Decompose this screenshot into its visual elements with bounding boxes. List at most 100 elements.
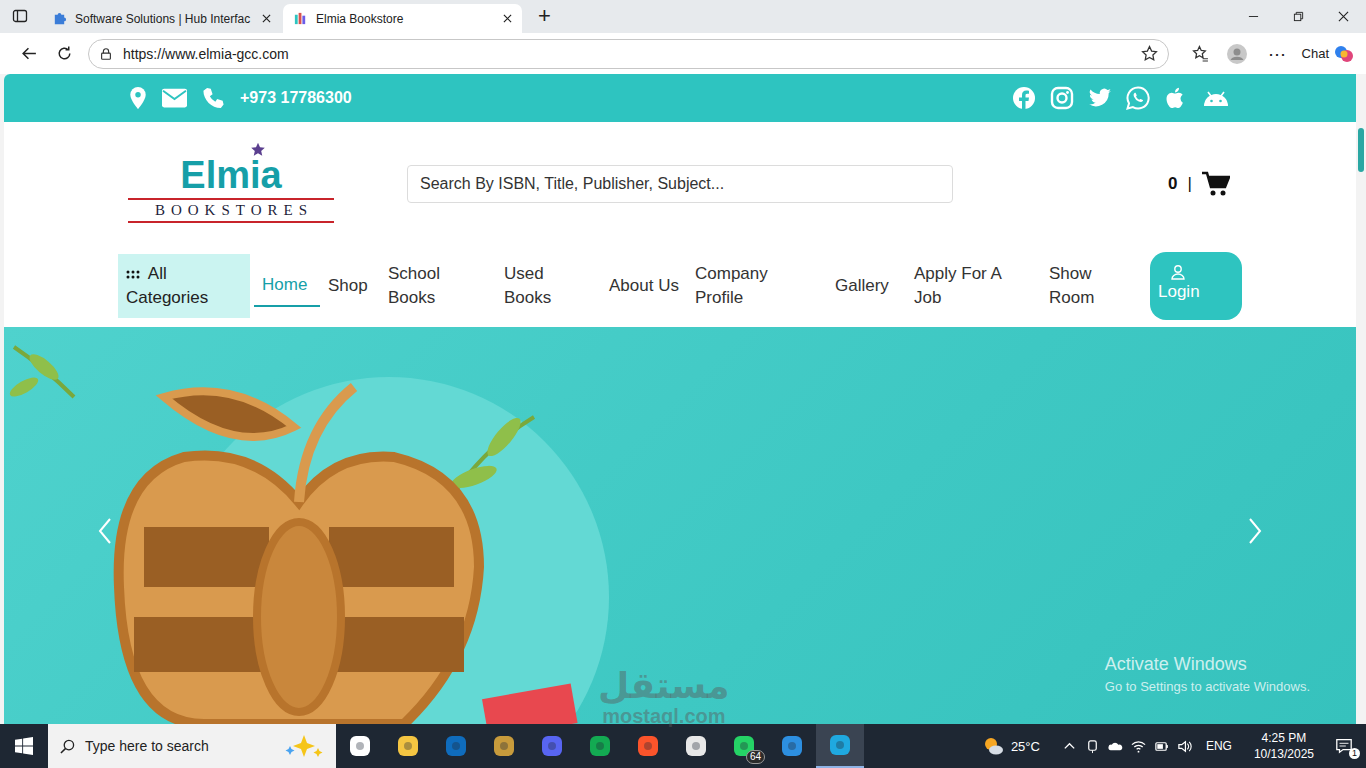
taskbar-search[interactable]: Type here to search — [48, 724, 336, 768]
restore-icon[interactable] — [1276, 11, 1321, 22]
taskbar-app[interactable] — [528, 724, 576, 768]
wifi-icon[interactable] — [1131, 739, 1146, 754]
nav-item[interactable]: Show Room — [1041, 254, 1137, 318]
app-icon — [684, 734, 708, 758]
puzzle-favicon-icon — [52, 11, 67, 26]
chat-label: Chat — [1302, 46, 1329, 61]
app-icon — [636, 734, 660, 758]
nav-item[interactable]: Shop — [320, 266, 380, 306]
nav-item[interactable]: Home — [254, 265, 320, 307]
shopping-cart-icon — [1202, 171, 1230, 197]
login-button[interactable]: Login — [1150, 252, 1242, 320]
twitter-icon[interactable] — [1088, 86, 1112, 110]
nav-item[interactable]: Company Profile — [687, 254, 827, 318]
nav-item[interactable]: School Books — [380, 254, 496, 318]
taskbar-app[interactable] — [336, 724, 384, 768]
mostaql-watermark: مستقل mostaql.com — [598, 668, 730, 726]
url-field[interactable]: https://www.elmia-gcc.com — [88, 39, 1169, 69]
taskbar-app[interactable] — [816, 724, 864, 768]
more-button[interactable]: ⋯ — [1268, 43, 1286, 65]
site-info-icon[interactable] — [99, 47, 113, 61]
profile-icon[interactable] — [1227, 44, 1247, 64]
taskbar-app[interactable] — [384, 724, 432, 768]
logo-subtitle: BOOKSTORES — [149, 202, 313, 219]
app-icon — [396, 734, 420, 758]
tab-label: Elmia Bookstore — [316, 12, 495, 26]
notifications-button[interactable]: 1 — [1330, 732, 1358, 760]
tab-strip: Software Solutions | Hub Interfac Elmia … — [0, 0, 1366, 33]
taskbar-app[interactable]: 64 — [720, 724, 768, 768]
app-icon — [780, 734, 804, 758]
all-categories-label: All Categories — [126, 264, 208, 307]
elmia-logo[interactable]: Elmia BOOKSTORES — [128, 142, 334, 224]
logo-rule — [128, 198, 334, 200]
hero-carousel: Activate Windows Go to Settings to activ… — [4, 327, 1356, 724]
phone-number[interactable]: +973 17786300 — [240, 89, 352, 107]
cart[interactable]: 0 | — [1168, 171, 1230, 197]
previous-slide-icon[interactable] — [98, 517, 112, 545]
onedrive-cloud-icon[interactable] — [1108, 739, 1123, 754]
windows-start-icon[interactable] — [0, 737, 48, 755]
taskbar-app[interactable] — [576, 724, 624, 768]
watermark-subtitle: Go to Settings to activate Windows. — [1105, 679, 1310, 694]
notification-count: 1 — [1349, 748, 1360, 759]
weather[interactable]: 25°C — [981, 734, 1040, 758]
app-icon — [828, 733, 852, 757]
apple-icon[interactable] — [1164, 86, 1188, 110]
facebook-icon[interactable] — [1012, 86, 1036, 110]
volume-icon[interactable] — [1177, 739, 1192, 754]
taskbar-app[interactable] — [768, 724, 816, 768]
watermark-title: Activate Windows — [1105, 654, 1310, 675]
input-language[interactable]: ENG — [1206, 739, 1232, 753]
taskbar-app[interactable] — [672, 724, 720, 768]
taskbar-app[interactable] — [432, 724, 480, 768]
tab-actions-icon[interactable] — [12, 8, 28, 24]
next-slide-icon[interactable] — [1248, 517, 1262, 545]
battery-icon[interactable] — [1154, 739, 1169, 754]
location-pin-icon[interactable] — [128, 87, 148, 109]
nav-item[interactable]: Apply For A Job — [906, 254, 1041, 318]
favorite-star-icon[interactable] — [1141, 45, 1158, 62]
close-window-icon[interactable] — [1321, 11, 1366, 22]
android-icon[interactable] — [1202, 89, 1230, 107]
clock[interactable]: 4:25 PM 10/13/2025 — [1254, 730, 1314, 762]
new-tab-button[interactable]: + — [538, 3, 551, 29]
browser-tab[interactable]: Elmia Bookstore — [283, 4, 522, 33]
phone-icon[interactable] — [201, 87, 226, 109]
logo-star-icon — [250, 142, 266, 158]
favorites-icon[interactable] — [1192, 45, 1209, 62]
app-icon — [588, 734, 612, 758]
nav-item[interactable]: Gallery — [827, 266, 906, 306]
envelope-icon[interactable] — [162, 87, 187, 109]
close-tab-icon[interactable] — [503, 14, 512, 23]
browser-tab[interactable]: Software Solutions | Hub Interfac — [42, 4, 281, 33]
url-text: https://www.elmia-gcc.com — [123, 46, 1131, 62]
contact-bar: +973 17786300 — [4, 74, 1356, 122]
back-icon[interactable] — [21, 45, 38, 62]
reload-icon[interactable] — [56, 45, 73, 62]
nav-item[interactable]: Used Books — [496, 254, 601, 318]
copilot-icon — [1334, 44, 1354, 64]
grid-icon — [126, 270, 140, 279]
screen: Software Solutions | Hub Interfac Elmia … — [0, 0, 1366, 768]
chat-button[interactable]: Chat — [1298, 40, 1358, 68]
search-icon — [60, 739, 75, 754]
whatsapp-icon[interactable] — [1126, 86, 1150, 110]
cart-separator: | — [1188, 174, 1192, 194]
minimize-icon[interactable] — [1231, 11, 1276, 22]
scrollbar-thumb[interactable] — [1358, 128, 1364, 172]
tab-label: Software Solutions | Hub Interfac — [75, 12, 254, 26]
main-nav: All Categories HomeShopSchool BooksUsed … — [4, 245, 1356, 327]
taskbar-app[interactable] — [624, 724, 672, 768]
scrollbar[interactable] — [1356, 74, 1366, 724]
chevron-up-icon[interactable] — [1062, 739, 1077, 754]
close-tab-icon[interactable] — [262, 14, 271, 23]
search-field[interactable] — [407, 165, 953, 203]
taskbar-app[interactable] — [480, 724, 528, 768]
app-icon — [348, 734, 372, 758]
nav-item[interactable]: About Us — [601, 266, 687, 306]
logo-name: Elmia — [180, 156, 281, 196]
all-categories-button[interactable]: All Categories — [118, 254, 250, 318]
instagram-icon[interactable] — [1050, 86, 1074, 110]
meet-now-icon[interactable] — [1085, 739, 1100, 754]
